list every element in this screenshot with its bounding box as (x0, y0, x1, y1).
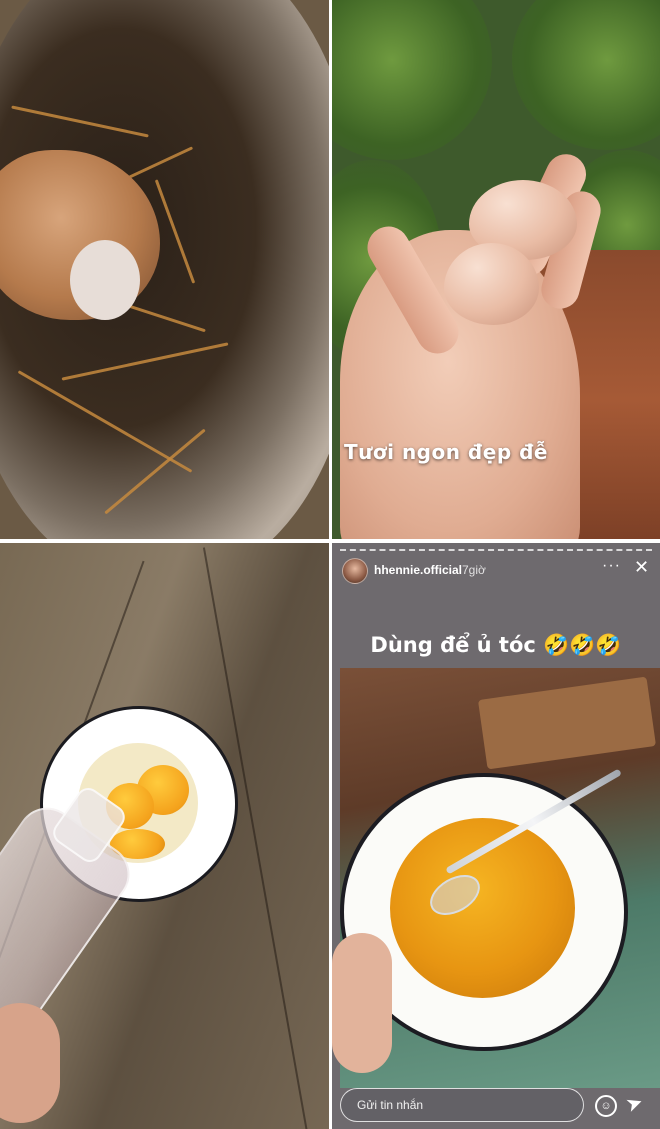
story-caption: Tươi ngon đẹp đễ (344, 440, 548, 464)
hand (332, 933, 392, 1073)
beaten-eggs (390, 818, 575, 998)
hand (0, 1003, 60, 1123)
story-timestamp: 7giờ (462, 563, 486, 577)
avatar[interactable] (342, 558, 368, 584)
story-username[interactable]: hhennie.official (374, 563, 462, 577)
send-icon[interactable]: ➤ (622, 1089, 646, 1118)
message-placeholder: Gửi tin nhắn (357, 1098, 424, 1112)
foliage (332, 0, 492, 160)
photo-bowl-bottle (0, 543, 329, 1129)
photo-hen-nest (0, 0, 329, 539)
photo-hand-eggs: Tươi ngon đẹp đễ (332, 0, 660, 539)
story-headline: Dùng để ủ tóc 🤣🤣🤣 (370, 633, 622, 657)
foliage (512, 0, 660, 150)
more-horizontal-icon[interactable]: ··· (602, 557, 621, 575)
message-input[interactable]: Gửi tin nhắn (340, 1088, 584, 1122)
story-progress-bar (340, 549, 652, 553)
instagram-story: hhennie.official 7giờ ··· ✕ Dùng để ủ tó… (332, 543, 660, 1129)
close-icon[interactable]: ✕ (634, 557, 649, 578)
egg (444, 243, 539, 325)
emoji-icon[interactable]: ☺ (595, 1095, 617, 1117)
hen-feathers (70, 240, 140, 320)
